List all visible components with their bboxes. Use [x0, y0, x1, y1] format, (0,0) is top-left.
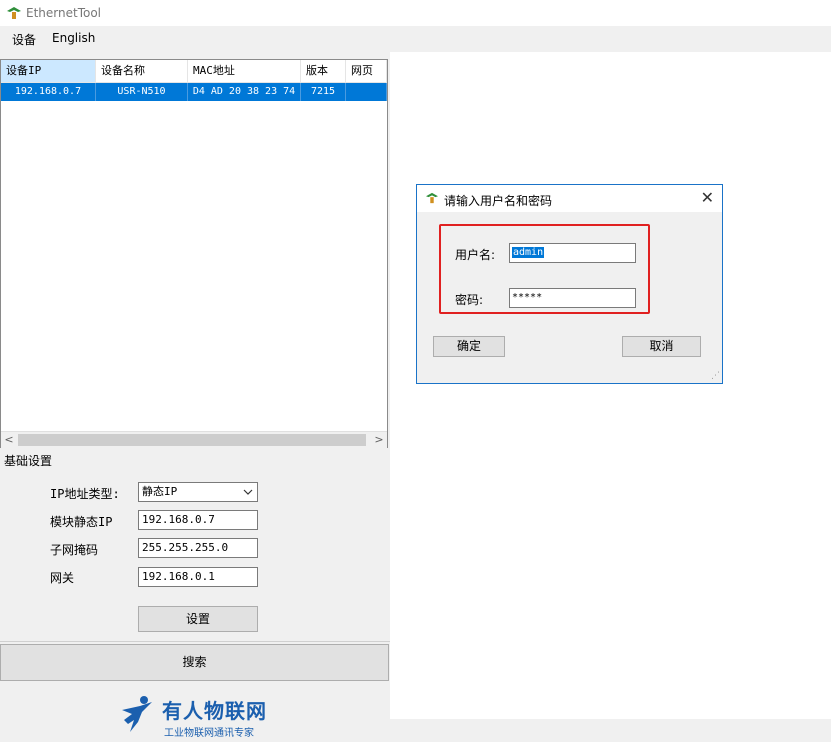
title-bar: EthernetTool [0, 0, 831, 26]
device-list[interactable]: 设备IP 设备名称 MAC地址 版本 网页 192.168.0.7 USR-N5… [0, 59, 388, 448]
password-input[interactable]: ***** [509, 288, 636, 308]
column-mac[interactable]: MAC地址 [188, 60, 301, 82]
logo-sub-text: 工业物联网通讯专家 [164, 728, 254, 739]
cell-web [346, 83, 387, 101]
cell-mac: D4 AD 20 38 23 74 [188, 83, 301, 101]
scroll-left-icon[interactable]: < [1, 432, 17, 448]
login-dialog: 请输入用户名和密码 ✕ 用户名: admin 密码: ***** 确定 取消 ⋰ [416, 184, 723, 384]
dialog-title: 请输入用户名和密码 [444, 194, 553, 208]
basic-settings-legend: 基础设置 [4, 454, 53, 468]
ip-type-value: 静态IP [142, 485, 178, 498]
ip-type-select[interactable]: 静态IP [138, 482, 258, 502]
username-input[interactable]: admin [509, 243, 636, 263]
static-ip-label: 模块静态IP [50, 515, 113, 529]
chevron-down-icon[interactable] [243, 483, 253, 507]
menu-english[interactable]: English [52, 31, 95, 45]
cell-version: 7215 [301, 83, 346, 101]
logo-main-text: 有人物联网 [162, 699, 267, 723]
menu-bar: 设备 English [0, 27, 831, 49]
close-icon[interactable]: ✕ [701, 188, 714, 207]
cancel-button[interactable]: 取消 [622, 336, 701, 357]
subnet-mask-label: 子网掩码 [50, 543, 99, 557]
horizontal-scrollbar[interactable]: < > [1, 431, 387, 448]
password-label: 密码: [455, 293, 484, 307]
cell-name: USR-N510 [96, 83, 188, 101]
company-logo: 有人物联网 工业物联网通讯专家 [118, 690, 278, 740]
content-pane [390, 52, 831, 719]
static-ip-input[interactable]: 192.168.0.7 [138, 510, 258, 530]
ip-type-label: IP地址类型: [50, 487, 120, 501]
cell-ip: 192.168.0.7 [1, 83, 96, 101]
username-label: 用户名: [455, 248, 496, 262]
resize-grip-icon[interactable]: ⋰ [711, 371, 720, 381]
app-title: EthernetTool [26, 6, 101, 20]
scroll-right-icon[interactable]: > [371, 432, 387, 448]
gateway-label: 网关 [50, 571, 75, 585]
column-version[interactable]: 版本 [301, 60, 346, 82]
column-device-name[interactable]: 设备名称 [96, 60, 188, 82]
username-value: admin [512, 247, 545, 258]
search-button[interactable]: 搜索 [0, 644, 389, 681]
logo-figure-icon [122, 696, 152, 732]
column-web[interactable]: 网页 [346, 60, 387, 82]
gateway-input[interactable]: 192.168.0.1 [138, 567, 258, 587]
device-list-header: 设备IP 设备名称 MAC地址 版本 网页 [1, 60, 387, 83]
scrollbar-thumb[interactable] [18, 434, 366, 446]
basic-settings-group: 基础设置 IP地址类型: 静态IP 模块静态IP 192.168.0.7 子网掩… [0, 449, 390, 642]
dialog-title-bar: 请输入用户名和密码 ✕ [417, 185, 722, 212]
app-logo-icon [426, 192, 438, 204]
subnet-mask-input[interactable]: 255.255.255.0 [138, 538, 258, 558]
set-button[interactable]: 设置 [138, 606, 258, 632]
menu-device[interactable]: 设备 [12, 31, 36, 48]
column-device-ip[interactable]: 设备IP [1, 60, 96, 82]
ok-button[interactable]: 确定 [433, 336, 505, 357]
table-row[interactable]: 192.168.0.7 USR-N510 D4 AD 20 38 23 74 7… [1, 83, 387, 101]
app-logo-icon [7, 7, 21, 19]
